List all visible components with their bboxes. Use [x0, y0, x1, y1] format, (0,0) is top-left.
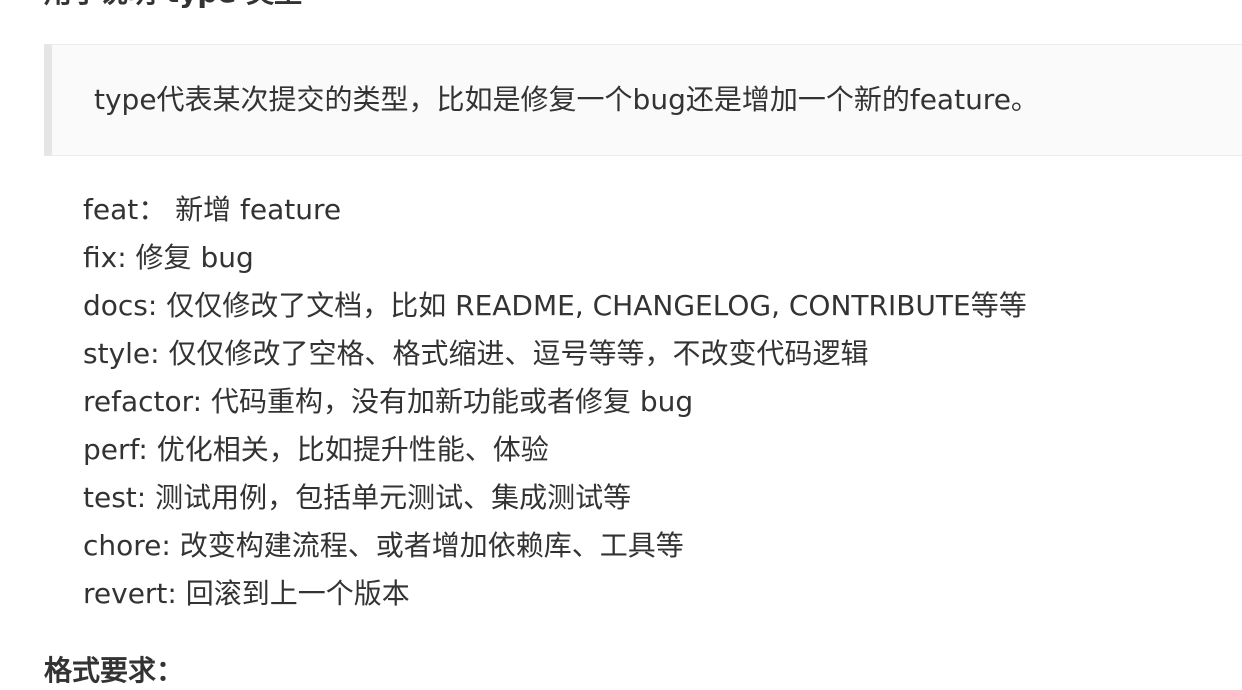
type-item-feat: feat： 新增 feature: [83, 193, 342, 226]
format-requirements-heading: 格式要求：: [44, 654, 185, 687]
type-item-refactor: refactor: 代码重构，没有加新功能或者修复 bug: [83, 385, 694, 418]
type-item-chore: chore: 改变构建流程、或者增加依赖库、工具等: [83, 529, 684, 562]
type-item-test: test: 测试用例，包括单元测试、集成测试等: [83, 481, 632, 514]
type-description-blockquote: type代表某次提交的类型，比如是修复一个bug还是增加一个新的feature。: [44, 44, 1242, 156]
section-heading-partial: 用于说明 type 类型: [44, 0, 302, 8]
type-item-style: style: 仅仅修改了空格、格式缩进、逗号等等，不改变代码逻辑: [83, 337, 869, 370]
blockquote-text: type代表某次提交的类型，比如是修复一个bug还是增加一个新的feature。: [94, 83, 1039, 116]
commit-type-list: feat： 新增 feature fix: 修复 bug docs: 仅仅修改了…: [83, 186, 1027, 618]
type-item-docs: docs: 仅仅修改了文档，比如 README, CHANGELOG, CONT…: [83, 289, 1027, 322]
type-item-fix: fix: 修复 bug: [83, 241, 254, 274]
type-item-revert: revert: 回滚到上一个版本: [83, 577, 410, 610]
type-item-perf: perf: 优化相关，比如提升性能、体验: [83, 433, 549, 466]
